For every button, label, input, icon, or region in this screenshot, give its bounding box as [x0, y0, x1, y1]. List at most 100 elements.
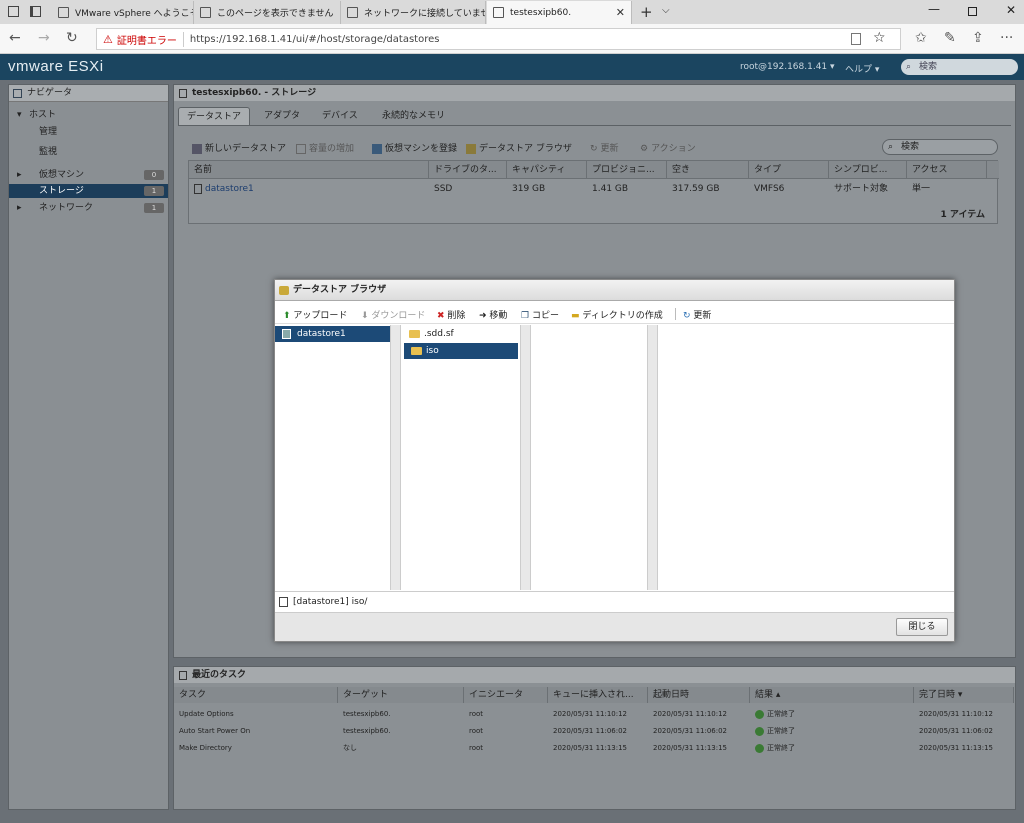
success-icon [755, 709, 764, 719]
new-folder-icon: ▬ [571, 311, 580, 321]
col-target[interactable]: ターゲット [338, 687, 464, 703]
copy-button[interactable]: ❐ コピー [521, 308, 559, 321]
create-directory-button[interactable]: ▬ ディレクトリの作成 [571, 308, 663, 321]
expand-icon[interactable]: ▸ [17, 168, 22, 182]
delete-button[interactable]: ✖ 削除 [437, 308, 465, 321]
nav-item-monitor[interactable]: 監視 [9, 145, 168, 159]
expand-icon[interactable]: ▸ [17, 201, 22, 215]
user-menu[interactable]: root@192.168.1.41 ▾ [740, 62, 835, 72]
download-button[interactable]: ⬇ ダウンロード [361, 308, 425, 321]
btn-label: コピー [531, 311, 559, 321]
download-icon: ⬇ [361, 311, 369, 321]
close-button[interactable]: 閉じる [896, 618, 948, 636]
increase-capacity-button[interactable]: 容量の増加 [296, 141, 354, 154]
table-row[interactable]: datastore1 SSD 319 GB 1.41 GB 317.59 GB … [189, 180, 999, 198]
datastore-browser-button[interactable]: データストア ブラウザ [466, 141, 572, 154]
col-drive-type[interactable]: ドライブのタ... [429, 161, 507, 179]
navigator-header: ナビゲータ [9, 85, 168, 102]
tab-actions-icon[interactable] [8, 6, 19, 17]
minimize-icon[interactable]: — [928, 2, 940, 16]
register-vm-icon [372, 143, 382, 154]
navigator-panel: ナビゲータ ▾ ホスト 管理 監視 ▸ 仮想マシン 0 ストレージ 1 ▸ ネッ… [8, 84, 169, 810]
col-started[interactable]: 起動日時 [648, 687, 750, 703]
notes-icon[interactable]: ✎ [944, 30, 956, 46]
datastore-search-input[interactable]: ⌕ 検索 [882, 139, 998, 155]
datastore-icon [279, 597, 288, 607]
refresh-button[interactable]: ↻ 更新 [590, 141, 619, 154]
set-aside-tabs-icon[interactable] [30, 6, 41, 17]
share-icon[interactable]: ⇪ [972, 30, 984, 46]
new-tab-icon[interactable]: + [640, 3, 653, 21]
nav-item-manage[interactable]: 管理 [9, 125, 168, 139]
task-completed: 2020/05/31 11:10:12 [919, 710, 994, 718]
cell-capacity: 319 GB [512, 184, 546, 194]
datastore-link[interactable]: datastore1 [205, 184, 254, 194]
col-queued[interactable]: キューに挿入され... [548, 687, 648, 703]
nav-item-network[interactable]: ▸ ネットワーク 1 [9, 201, 168, 215]
btn-label: 新しいデータストア [205, 144, 287, 154]
refresh-icon[interactable]: ↻ [66, 30, 78, 46]
nav-item-vms[interactable]: ▸ 仮想マシン 0 [9, 168, 168, 182]
tab-devices[interactable]: デバイス [314, 107, 366, 125]
btn-label: アクション [651, 144, 696, 154]
nav-label: 管理 [39, 127, 58, 137]
cell-name[interactable]: datastore1 [189, 180, 429, 198]
nav-item-storage[interactable]: ストレージ 1 [9, 184, 168, 198]
tab-cannot-display[interactable]: このページを表示できません [194, 1, 341, 24]
forward-icon[interactable]: → [38, 30, 50, 46]
expand-icon[interactable]: ▾ [17, 108, 22, 122]
column-scrollbar[interactable] [390, 325, 401, 590]
move-button[interactable]: ➜ 移動 [479, 308, 507, 321]
register-vm-button[interactable]: 仮想マシンを登録 [372, 141, 457, 154]
dialog-refresh-button[interactable]: ↻ 更新 [683, 308, 711, 321]
favorite-star-icon[interactable]: ☆ [873, 30, 886, 46]
task-started: 2020/05/31 11:13:15 [653, 744, 728, 752]
toolbar-divider [675, 308, 676, 320]
close-window-icon[interactable]: ✕ [1006, 3, 1016, 17]
esxi-header: vmware ESXi root@192.168.1.41 ▾ ヘルプ ▾ ⌕ … [0, 54, 1024, 80]
col-completed[interactable]: 完了日時 ▾ [914, 687, 1014, 703]
actions-button[interactable]: ⚙ アクション [640, 141, 696, 154]
cert-error-label[interactable]: 証明書エラー [117, 31, 184, 47]
tab-list-chevron-icon[interactable]: ⌵ [662, 5, 670, 16]
datastore-browser-icon [466, 143, 476, 154]
close-tab-icon[interactable]: ✕ [616, 6, 625, 19]
url-text[interactable]: https://192.168.1.41/ui/#/host/storage/d… [190, 34, 440, 45]
tab-datastores[interactable]: データストア [178, 107, 251, 125]
header-search-input[interactable]: ⌕ 検索 [901, 59, 1018, 75]
col-thin-provisioning[interactable]: シンプロビ... [829, 161, 907, 179]
help-menu[interactable]: ヘルプ ▾ [845, 62, 879, 75]
task-completed: 2020/05/31 11:06:02 [919, 727, 994, 735]
tab-persistent-memory[interactable]: 永続的なメモリ [374, 107, 453, 125]
address-field[interactable]: ⚠ 証明書エラー https://192.168.1.41/ui/#/host/… [96, 28, 901, 50]
col-free[interactable]: 空き [667, 161, 749, 179]
favorites-icon[interactable]: ✩ [915, 30, 927, 46]
col-provisioned[interactable]: プロビジョニ... [587, 161, 667, 179]
reading-view-icon[interactable] [851, 33, 861, 45]
btn-label: 更新 [693, 311, 712, 321]
tab-adapters[interactable]: アダプタ [256, 107, 308, 125]
column-scrollbar[interactable] [647, 325, 658, 590]
nav-item-host[interactable]: ▾ ホスト [9, 108, 168, 122]
folder-item-iso[interactable]: iso [404, 343, 518, 359]
folder-item-sdd[interactable]: .sdd.sf [402, 326, 520, 342]
tab-no-network[interactable]: ネットワークに接続していません [341, 1, 486, 24]
tab-esxi-host[interactable]: testesxipb60. ✕ [487, 1, 632, 24]
datastore-item[interactable]: datastore1 [275, 326, 390, 342]
col-capacity[interactable]: キャパシティ [507, 161, 587, 179]
col-type[interactable]: タイプ [749, 161, 829, 179]
upload-button[interactable]: ⬆ アップロード [283, 308, 347, 321]
col-access[interactable]: アクセス [907, 161, 987, 179]
tab-vsphere[interactable]: VMware vSphere へようこそ [52, 1, 194, 24]
count-badge: 1 [144, 203, 164, 213]
col-initiator[interactable]: イニシエータ [464, 687, 548, 703]
new-datastore-button[interactable]: 新しいデータストア [192, 141, 286, 154]
more-icon[interactable]: ··· [1000, 30, 1013, 46]
nav-label: ストレージ [39, 186, 84, 196]
column-scrollbar[interactable] [520, 325, 531, 590]
back-icon[interactable]: ← [9, 30, 21, 46]
col-result[interactable]: 結果 ▴ [750, 687, 914, 703]
maximize-icon[interactable] [968, 7, 977, 16]
col-task[interactable]: タスク [174, 687, 338, 703]
col-name[interactable]: 名前 [189, 161, 429, 179]
